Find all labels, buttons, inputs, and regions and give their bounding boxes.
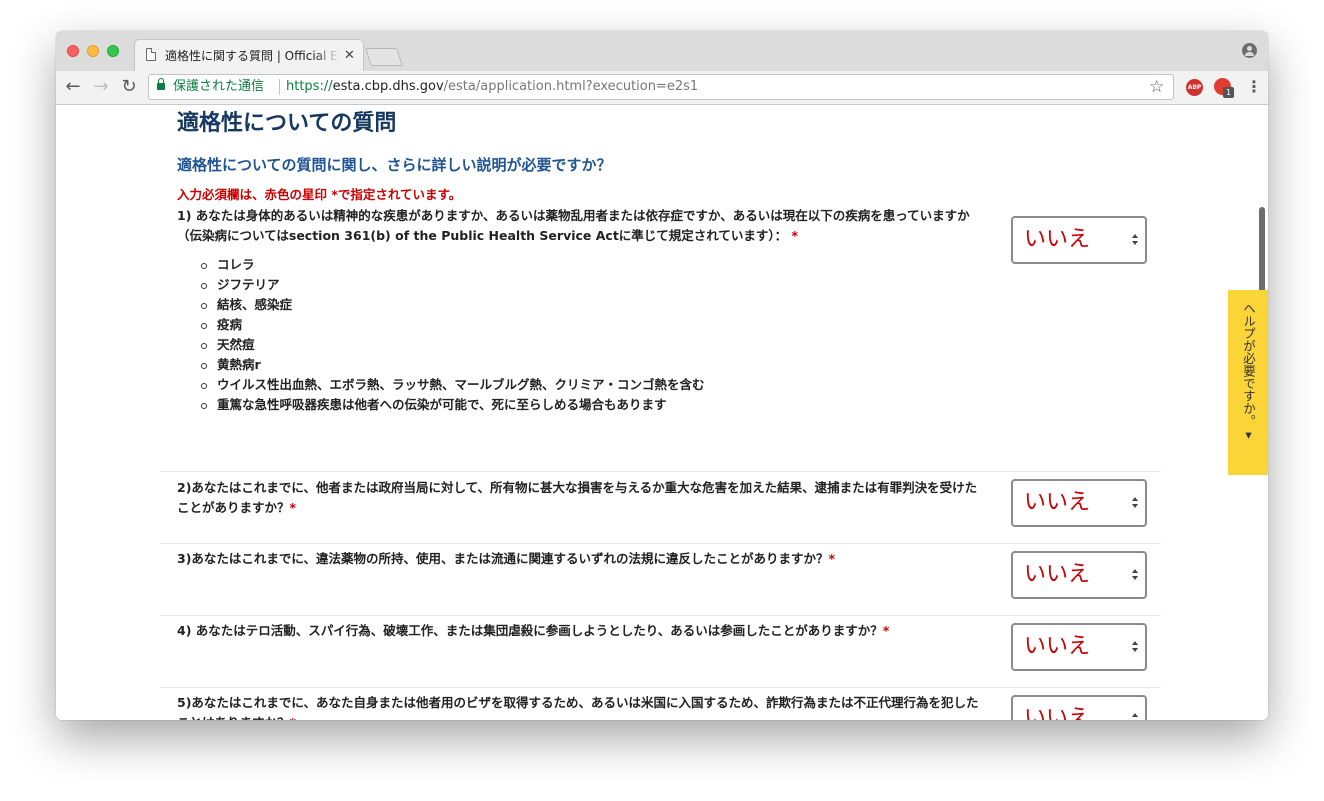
star-icon[interactable]: ☆ [1149,76,1164,98]
required-mark: * [882,623,890,638]
select-arrows-icon [1132,234,1138,246]
tab-close-icon[interactable]: ✕ [344,47,355,65]
page-icon [146,48,156,61]
url-host: esta.cbp.dhs.gov [332,79,444,94]
tab-title: 適格性に関する質問 | Official ESTA [165,49,340,63]
address-bar[interactable]: 保護された通信 https://esta.cbp.dhs.gov/esta/ap… [148,74,1174,100]
select-arrows-icon [1132,641,1138,653]
question-4: 4) あなたはテロ活動、スパイ行為、破壊工作、または集団虐殺に参画しようとしたり… [177,621,982,641]
selected-answer: いいえ [1024,562,1091,587]
required-mark: * [791,228,799,243]
select-arrows-icon [1132,713,1138,720]
question-5-text: 5)あなたはこれまでに、あなた自身または他者用のビザを取得するため、あるいは米国… [177,695,979,720]
question-3: 3)あなたはこれまでに、違法薬物の所持、使用、または流通に関連するいずれの法規に… [177,549,982,569]
browser-toolbar: ← → ↻ 保護された通信 https://esta.cbp.dhs.gov/e… [56,71,1268,105]
tab-strip: 適格性に関する質問 | Official ESTA ✕ [56,31,1268,71]
back-icon[interactable]: ← [62,75,84,99]
question-2: 2)あなたはこれまでに、他者または政府当局に対して、所有物に甚大な損害を与えるか… [177,478,982,518]
question-2-text: 2)あなたはこれまでに、他者または政府当局に対して、所有物に甚大な損害を与えるか… [177,480,978,515]
required-fields-note: 入力必須欄は、赤色の星印 *で指定されています。 [177,187,462,202]
help-link-heading[interactable]: 適格性についての質問に関し、さらに詳しい説明が必要ですか？ [177,155,612,175]
question-1-text: 1) あなたは身体的あるいは精神的な疾患がありますか、あるいは薬物乱用者または依… [177,208,970,243]
divider [160,543,1161,544]
url-text[interactable]: https://esta.cbp.dhs.gov/esta/applicatio… [286,78,698,96]
list-item: 結核、感染症 [200,295,705,315]
question-5-answer-select[interactable]: いいえ [1011,695,1147,720]
required-mark: * [289,500,297,515]
window-minimize-button[interactable] [87,45,99,57]
required-mark: * [290,715,297,720]
question-2-answer-select[interactable]: いいえ [1011,479,1147,527]
disease-list: コレラ ジフテリア 結核、感染症 疫病 天然痘 黄熱病r ウイルス性出血熱、エボ… [200,255,705,415]
window-maximize-button[interactable] [107,45,119,57]
lock-icon [157,78,165,90]
select-arrows-icon [1132,569,1138,581]
help-tab-label: ヘルプが必要ですか。▾ [1241,302,1256,442]
list-item: 疫病 [200,315,705,335]
question-1: 1) あなたは身体的あるいは精神的な疾患がありますか、あるいは薬物乱用者または依… [177,206,982,246]
browser-tab-active[interactable]: 適格性に関する質問 | Official ESTA ✕ [134,39,364,71]
selected-answer: いいえ [1024,634,1091,659]
question-3-answer-select[interactable]: いいえ [1011,551,1147,599]
address-divider [279,79,280,95]
adblock-extension-icon[interactable]: ABP [1186,79,1203,96]
forward-icon[interactable]: → [90,75,112,99]
profile-icon[interactable] [1242,43,1257,58]
question-3-text: 3)あなたはこれまでに、違法薬物の所持、使用、または流通に関連するいずれの法規に… [177,551,829,566]
reload-icon[interactable]: ↻ [118,75,140,99]
required-mark: * [828,551,836,566]
list-item: 天然痘 [200,335,705,355]
window-close-button[interactable] [67,45,79,57]
browser-window: 適格性に関する質問 | Official ESTA ✕ ← → ↻ 保護された通… [56,31,1268,720]
question-5: 5)あなたはこれまでに、あなた自身または他者用のビザを取得するため、あるいは米国… [177,693,982,720]
list-item: ウイルス性出血熱、エボラ熱、ラッサ熱、マールブルグ熱、クリミア・コンゴ熱を含む [200,375,705,395]
question-4-text: 4) あなたはテロ活動、スパイ行為、破壊工作、または集団虐殺に参画しようとしたり… [177,623,883,638]
list-item: ジフテリア [200,275,705,295]
secure-label: 保護された通信 [173,79,265,94]
divider [160,615,1161,616]
selected-answer: いいえ [1024,490,1091,515]
help-tab[interactable]: ヘルプが必要ですか。▾ [1228,290,1268,475]
selected-answer: いいえ [1024,706,1091,720]
divider [160,471,1161,472]
selected-answer: いいえ [1024,227,1091,252]
page-content: 適格性についての質問 適格性についての質問に関し、さらに詳しい説明が必要ですか？… [56,105,1268,720]
url-path: /esta/application.html?execution=e2s1 [443,79,699,94]
new-tab-button[interactable] [365,48,403,66]
list-item: 重篤な急性呼吸器疾患は他者への伝染が可能で、死に至らしめる場合もあります [200,395,705,415]
extension-badge: 1 [1223,87,1234,98]
select-arrows-icon [1132,497,1138,509]
list-item: 黄熱病r [200,355,705,375]
list-item: コレラ [200,255,705,275]
menu-icon[interactable]: ⋮ [1246,77,1262,97]
divider [160,687,1161,688]
page-title: 適格性についての質問 [177,111,397,136]
question-1-answer-select[interactable]: いいえ [1011,216,1147,264]
question-4-answer-select[interactable]: いいえ [1011,623,1147,671]
url-scheme: https:// [286,79,333,94]
